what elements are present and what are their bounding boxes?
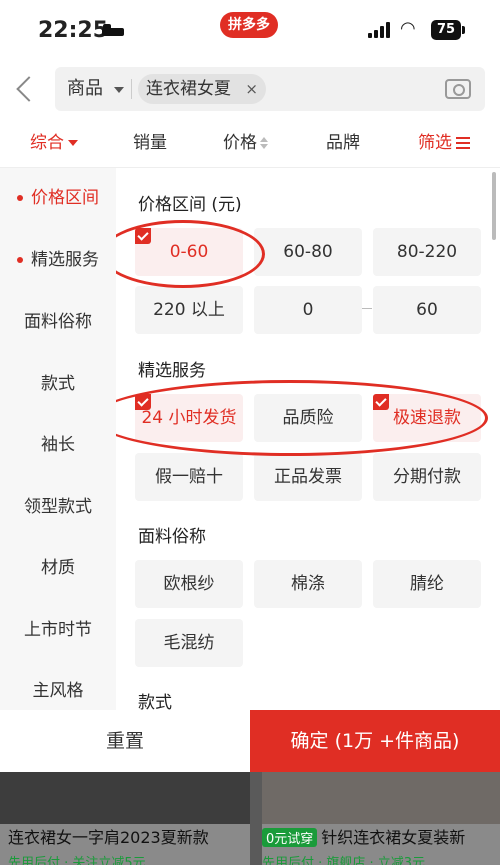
active-dot: [17, 195, 23, 201]
battery-icon: 75: [431, 20, 465, 40]
tab-brand[interactable]: 品牌: [326, 118, 360, 168]
price-option-220-plus[interactable]: 220 以上: [135, 286, 243, 334]
reset-button[interactable]: 重置: [0, 710, 250, 772]
filter-icon: [456, 137, 470, 149]
checkmark-icon: [373, 394, 389, 410]
product-image[interactable]: [262, 772, 500, 824]
clock: 22:25: [38, 18, 109, 43]
price-max-input[interactable]: 60: [373, 286, 481, 334]
product-title-right: 0元试穿 针织连衣裙女夏装新: [262, 824, 498, 848]
active-dot: [17, 257, 23, 263]
filter-options-panel: 价格区间 (元) 0-60 60-80 80-220 220 以上 0 60 精…: [116, 168, 500, 710]
tab-comprehensive[interactable]: 综合: [30, 118, 78, 168]
service-option-invoice[interactable]: 正品发票: [254, 453, 362, 501]
caret-down-icon: [68, 140, 78, 146]
nav-label: 价格区间: [31, 188, 99, 208]
price-option-60-80[interactable]: 60-80: [254, 228, 362, 276]
wifi-icon: ◠: [400, 18, 416, 39]
service-option-installment[interactable]: 分期付款: [373, 453, 481, 501]
service-option-fast-refund[interactable]: 极速退款: [373, 394, 481, 442]
fabric-option-wool-blend[interactable]: 毛混纺: [135, 619, 243, 667]
option-label: 24 小时发货: [141, 408, 237, 428]
price-option-0-60[interactable]: 0-60: [135, 228, 243, 276]
product-title: 针织连衣裙女夏装新: [321, 828, 466, 847]
tab-sales[interactable]: 销量: [133, 118, 167, 168]
section-title-service: 精选服务: [138, 361, 206, 381]
option-label: 0-60: [169, 242, 209, 262]
clear-query-icon[interactable]: ×: [245, 74, 258, 104]
fabric-option-acrylic[interactable]: 腈纶: [373, 560, 481, 608]
search-query-chip[interactable]: 连衣裙女夏 ×: [138, 74, 266, 104]
confirm-button[interactable]: 确定 (1万 +件商品): [250, 710, 500, 772]
range-dash: [362, 308, 372, 309]
nav-item-season[interactable]: 上市时节: [0, 610, 116, 650]
nav-item-service[interactable]: 精选服务: [0, 240, 116, 280]
chevron-down-icon: [114, 87, 124, 93]
nav-item-price[interactable]: 价格区间: [0, 178, 116, 218]
tab-filter[interactable]: 筛选: [418, 118, 470, 168]
tab-label: 综合: [30, 133, 64, 153]
camera-search-icon[interactable]: [445, 79, 471, 99]
section-title-style: 款式: [138, 693, 172, 710]
promo-tag: 0元试穿: [262, 828, 318, 847]
product-grid-peek: 连衣裙女一字肩2023夏新款 0元试穿 针织连衣裙女夏装新 先用后付 · 关注立减…: [0, 772, 500, 865]
tab-price[interactable]: 价格: [223, 118, 268, 168]
tab-label: 筛选: [418, 133, 452, 153]
price-min-input[interactable]: 0: [254, 286, 362, 334]
product-subtitle: 先用后付 · 关注立减5元: [8, 856, 146, 865]
sort-tabs: 综合 销量 价格 品牌 筛选: [0, 118, 500, 168]
sleep-focus-icon: [102, 24, 124, 38]
category-dropdown[interactable]: 商品: [67, 67, 103, 111]
product-title: 连衣裙女一字肩2023夏新款: [8, 828, 209, 847]
section-title-fabric: 面料俗称: [138, 527, 206, 547]
section-title-price: 价格区间 (元): [138, 195, 242, 215]
query-text: 连衣裙女夏: [146, 79, 231, 99]
app-brand-badge: 拼多多: [220, 12, 278, 38]
scrollbar[interactable]: [492, 172, 496, 240]
product-subtitle: 先用后付 · 旗舰店 · 立减3元: [262, 856, 426, 865]
nav-item-fabric[interactable]: 面料俗称: [0, 302, 116, 342]
product-image[interactable]: [0, 772, 250, 824]
checkmark-icon: [135, 228, 151, 244]
option-label: 极速退款: [393, 408, 461, 428]
divider: [131, 79, 132, 99]
service-option-fake-compensation[interactable]: 假一赔十: [135, 453, 243, 501]
sort-updown-icon: [260, 137, 268, 149]
search-header: 商品 连衣裙女夏 ×: [0, 60, 500, 118]
status-bar: 22:25 拼多多 ◠ 75: [0, 0, 500, 60]
tab-label: 价格: [223, 133, 257, 153]
nav-item-style[interactable]: 款式: [0, 364, 116, 404]
nav-label: 精选服务: [31, 250, 99, 270]
nav-item-main-style[interactable]: 主风格: [0, 671, 116, 711]
service-option-24h-shipping[interactable]: 24 小时发货: [135, 394, 243, 442]
service-option-quality-insurance[interactable]: 品质险: [254, 394, 362, 442]
fabric-option-cotton-poly[interactable]: 棉涤: [254, 560, 362, 608]
price-option-80-220[interactable]: 80-220: [373, 228, 481, 276]
fabric-option-organza[interactable]: 欧根纱: [135, 560, 243, 608]
nav-item-material[interactable]: 材质: [0, 548, 116, 588]
checkmark-icon: [135, 394, 151, 410]
action-bar: 重置 确定 (1万 +件商品): [0, 710, 500, 772]
cellular-signal-icon: [368, 22, 392, 38]
nav-item-sleeve[interactable]: 袖长: [0, 425, 116, 465]
back-icon[interactable]: [14, 74, 38, 104]
nav-item-collar[interactable]: 领型款式: [0, 487, 116, 527]
search-box[interactable]: 商品 连衣裙女夏 ×: [55, 67, 485, 111]
filter-category-nav: 价格区间 精选服务 面料俗称 款式 袖长 领型款式 材质 上市时节 主风格: [0, 168, 116, 710]
